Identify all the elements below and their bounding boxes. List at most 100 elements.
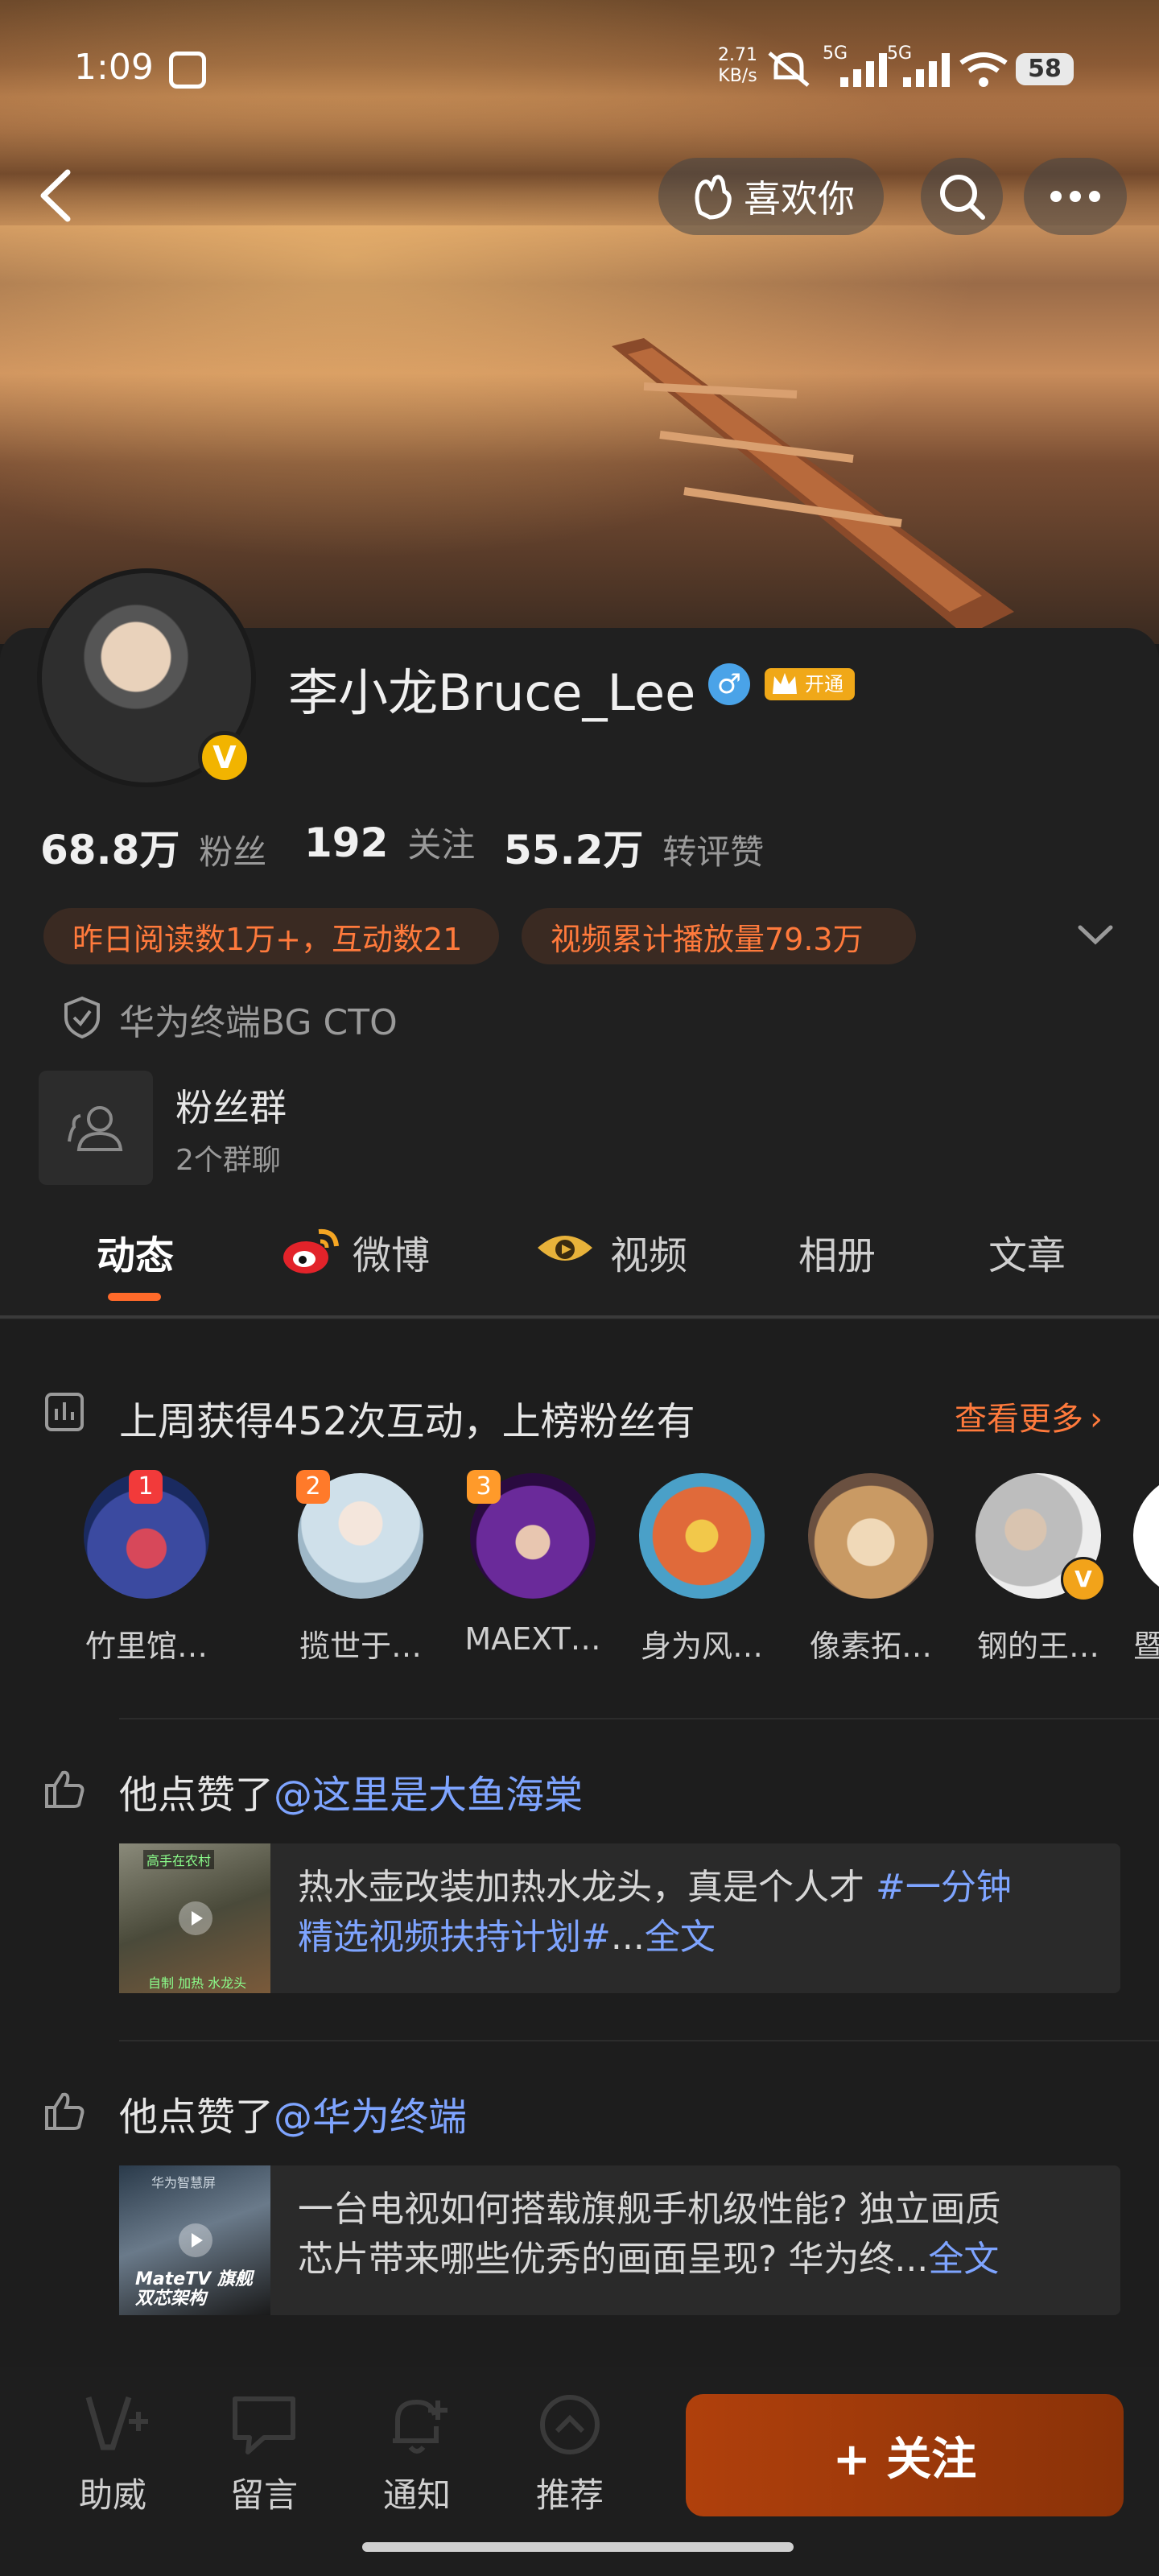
- verification-text: 华为终端BG CTO: [119, 1002, 398, 1043]
- fan-name: 竹里馆…: [85, 1629, 208, 1664]
- post-thumbnail: 华为智慧屏 MateTV 旗舰双芯架构: [119, 2165, 270, 2315]
- video-plays-chip[interactable]: 视频累计播放量79.3万: [522, 908, 916, 964]
- see-more-label: 查看更多: [955, 1401, 1083, 1438]
- mention-link[interactable]: @华为终端: [274, 2095, 467, 2140]
- fan-name: MAEXT…: [464, 1621, 601, 1657]
- bar-chart-icon: [45, 1393, 84, 1431]
- post-thumbnail: 高手在农村 自制 加热 水龙头: [119, 1843, 270, 1993]
- mute-icon: [768, 52, 810, 87]
- tab-album[interactable]: 相册: [798, 1224, 876, 1280]
- message-button[interactable]: 留言: [208, 2391, 320, 2517]
- cheer-v-plus-icon: [85, 2396, 148, 2450]
- stat-reposts[interactable]: 55.2万 转评赞: [504, 818, 764, 876]
- stat-reposts-value: 55.2万: [504, 827, 644, 873]
- profile-banner: [0, 0, 1159, 644]
- search-button[interactable]: [921, 158, 1003, 235]
- home-indicator[interactable]: [362, 2542, 794, 2552]
- thumb-caption-top: 华为智慧屏: [151, 2175, 217, 2190]
- post-text-line1: 一台电视如何搭载旗舰手机级性能? 独立画质: [298, 2189, 1001, 2230]
- post-text-line2: 芯片带来哪些优秀的画面呈现? 华为终...: [298, 2239, 929, 2280]
- thumb-caption-bottom: 自制 加热 水龙头: [148, 1975, 247, 1991]
- thumb-caption-top: 高手在农村: [143, 1850, 215, 1869]
- fan-name: 像素拓…: [809, 1629, 932, 1664]
- stat-reposts-label: 转评赞: [662, 832, 765, 872]
- thumbs-up-icon: [45, 2092, 85, 2130]
- fan-name: 身为风…: [640, 1629, 763, 1664]
- tab-articles[interactable]: 文章: [988, 1224, 1066, 1280]
- rank-badge: 1: [129, 1470, 163, 1504]
- verified-orange-badge-icon: V: [1061, 1557, 1106, 1602]
- hashtag-link[interactable]: 精选视频扶持计划#: [298, 1917, 611, 1958]
- fan-item[interactable]: 暨: [1133, 1473, 1159, 1666]
- recommend-button[interactable]: 推荐: [514, 2391, 626, 2517]
- video-logo-icon: [538, 1236, 592, 1261]
- thumb-caption-bottom: MateTV 旗舰双芯架构: [135, 2269, 253, 2309]
- play-icon: [179, 1901, 212, 1935]
- notify-label: 通知: [382, 2475, 451, 2515]
- more-button[interactable]: [1024, 158, 1127, 235]
- status-time: 1:09: [74, 47, 154, 88]
- notify-button[interactable]: 通知: [361, 2391, 473, 2517]
- thumbs-up-icon: [45, 1770, 85, 1808]
- play-icon: [179, 2223, 212, 2257]
- male-gender-icon: ♂: [708, 663, 750, 705]
- stat-fans[interactable]: 68.8万 粉丝: [40, 818, 266, 876]
- rank-badge: 3: [467, 1470, 501, 1504]
- full-text-link[interactable]: 全文: [928, 2239, 999, 2280]
- fan-group-title[interactable]: 粉丝群: [175, 1079, 287, 1132]
- post-prefix: 他点赞了: [119, 2095, 274, 2140]
- fan-name: 揽世于…: [299, 1629, 422, 1664]
- stat-following[interactable]: 192 关注: [304, 818, 475, 867]
- like-you-label: 喜欢你: [744, 177, 855, 221]
- cheer-label: 助威: [78, 2475, 146, 2515]
- back-icon[interactable]: [35, 167, 76, 224]
- section-divider: [119, 1718, 1159, 1719]
- post-card[interactable]: 高手在农村 自制 加热 水龙头 热水壶改装加热水龙头，真是个人才 #一分钟 精选…: [119, 1843, 1120, 1993]
- post-text-line1: 热水壶改装加热水龙头，真是个人才: [298, 1867, 876, 1908]
- fan-name: 钢的王…: [976, 1629, 1099, 1664]
- crown-icon: [773, 673, 797, 694]
- fan-group-tile[interactable]: [39, 1071, 153, 1185]
- fan-item[interactable]: 像素拓…: [798, 1473, 943, 1666]
- comment-icon: [233, 2396, 295, 2454]
- more-icon: [1050, 191, 1100, 202]
- post-divider: [119, 2040, 1159, 2041]
- tab-weibo[interactable]: 微博: [353, 1224, 430, 1280]
- fan-name: 暨: [1133, 1629, 1159, 1664]
- fan-group-subtitle: 2个群聊: [175, 1144, 281, 1177]
- hashtag-link[interactable]: #一分钟: [876, 1867, 1012, 1908]
- tab-dynamics[interactable]: 动态: [97, 1224, 174, 1280]
- profile-name: 李小龙Bruce_Lee: [288, 663, 696, 722]
- post-text: 热水壶改装加热水龙头，真是个人才 #一分钟 精选视频扶持计划#...全文: [298, 1863, 1103, 1963]
- tab-video[interactable]: 视频: [610, 1224, 687, 1280]
- chevron-right-icon: ›: [1090, 1401, 1103, 1438]
- post-liked-title: 他点赞了@这里是大鱼海棠: [119, 1763, 583, 1819]
- battery-indicator: 58: [1016, 53, 1074, 85]
- post-card[interactable]: 华为智慧屏 MateTV 旗舰双芯架构 一台电视如何搭载旗舰手机级性能? 独立画…: [119, 2165, 1120, 2315]
- see-more-link[interactable]: 查看更多 ›: [955, 1393, 1103, 1439]
- cheer-button[interactable]: 助威: [56, 2391, 169, 2517]
- chevron-down-icon[interactable]: [1075, 921, 1116, 948]
- stat-fans-label: 粉丝: [199, 832, 267, 872]
- like-you-button[interactable]: 喜欢你: [658, 158, 884, 235]
- mention-link[interactable]: @这里是大鱼海棠: [274, 1773, 583, 1818]
- signal-icon-1: [840, 53, 887, 87]
- vip-open-badge[interactable]: 开通: [765, 668, 855, 700]
- clock-app-icon: [169, 52, 206, 89]
- shield-icon: [64, 996, 100, 1039]
- fan-avatar: [1133, 1473, 1159, 1599]
- reading-stats-chip[interactable]: 昨日阅读数1万+，互动数21: [43, 908, 499, 964]
- weibo-logo-icon: [283, 1228, 339, 1274]
- full-text-link[interactable]: 全文: [645, 1917, 716, 1958]
- stat-fans-value: 68.8万: [40, 827, 180, 873]
- hand-wave-icon: [695, 175, 732, 220]
- fan-item[interactable]: 身为风…: [629, 1473, 774, 1666]
- active-tab-indicator: [108, 1293, 161, 1301]
- stat-following-label: 关注: [407, 825, 476, 865]
- follow-button[interactable]: + 关注: [686, 2394, 1124, 2516]
- message-label: 留言: [229, 2475, 298, 2515]
- post-text-ellipsis: ...: [610, 1917, 645, 1958]
- net-speed: 2.71 KB/s: [718, 45, 757, 86]
- post-text: 一台电视如何搭载旗舰手机级性能? 独立画质 芯片带来哪些优秀的画面呈现? 华为终…: [298, 2185, 1103, 2285]
- recommend-label: 推荐: [535, 2475, 604, 2515]
